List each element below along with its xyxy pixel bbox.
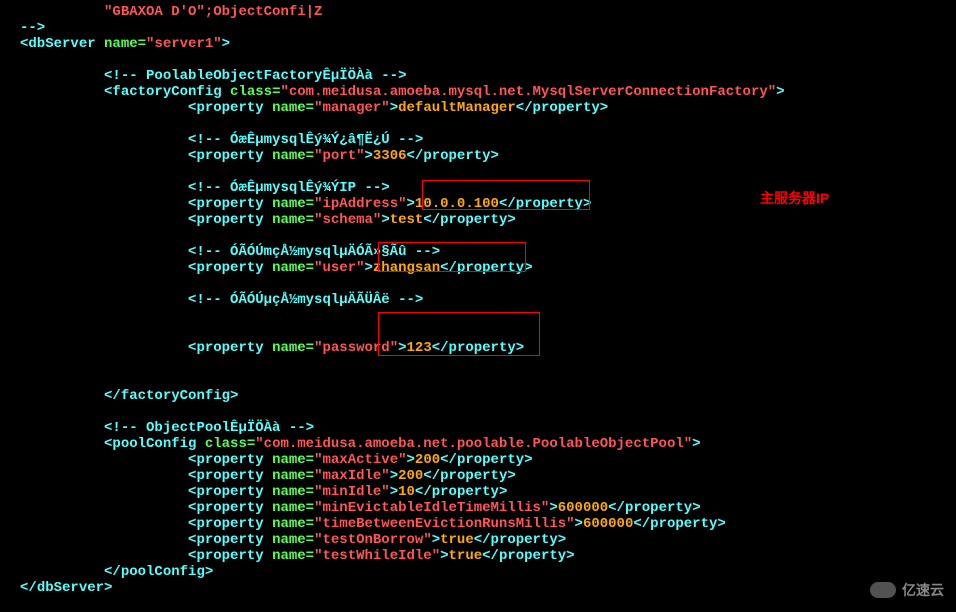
code-line: <property name="port">3306</property> xyxy=(20,148,936,164)
code-line: <property name="testWhileIdle">true</pro… xyxy=(20,548,936,564)
code-line: <dbServer name="server1"> xyxy=(20,36,936,52)
code-line: <!-- ÓÃÓÚmçÅ½mysqlµÄÓÃ»§Ãû --> xyxy=(20,244,936,260)
watermark: 亿速云 xyxy=(870,580,944,600)
code-line: <!-- PoolableObjectFactoryÊµÏÖÀà --> xyxy=(20,68,936,84)
cloud-icon xyxy=(870,582,896,598)
watermark-text: 亿速云 xyxy=(902,580,944,600)
code-line: <property name="password">123</property> xyxy=(20,340,936,356)
code-line: <property name="manager">defaultManager<… xyxy=(20,100,936,116)
annotation-master-server-ip: 主服务器IP xyxy=(760,188,829,208)
code-line: <property name="maxIdle">200</property> xyxy=(20,468,936,484)
code-line: <factoryConfig class="com.meidusa.amoeba… xyxy=(20,84,936,100)
code-line: <!-- ÓÃÓÚµçÅ½mysqlµÄÃÜÂë --> xyxy=(20,292,936,308)
code-line: <property name="maxActive">200</property… xyxy=(20,452,936,468)
code-line: <property name="user">zhangsan</property… xyxy=(20,260,936,276)
code-line: </poolConfig> xyxy=(20,564,936,580)
code-line: <property name="minEvictableIdleTimeMill… xyxy=(20,500,936,516)
code-line: <property name="timeBetweenEvictionRunsM… xyxy=(20,516,936,532)
code-line: <property name="schema">test</property> xyxy=(20,212,936,228)
code-line: "GBAXOA D'O";ObjectConfi|Z xyxy=(20,4,936,20)
code-line: <poolConfig class="com.meidusa.amoeba.ne… xyxy=(20,436,936,452)
code-line: <!-- ObjectPoolÊµÏÖÀà --> xyxy=(20,420,936,436)
code-line: </factoryConfig> xyxy=(20,388,936,404)
code-line: </dbServer> xyxy=(20,580,936,596)
code-line: --> xyxy=(20,20,936,36)
code-line: <!-- ÓæÊµmysqlÊý¾Ý¿â¶Ë¿Ú --> xyxy=(20,132,936,148)
code-line: <property name="testOnBorrow">true</prop… xyxy=(20,532,936,548)
code-line: <property name="minIdle">10</property> xyxy=(20,484,936,500)
